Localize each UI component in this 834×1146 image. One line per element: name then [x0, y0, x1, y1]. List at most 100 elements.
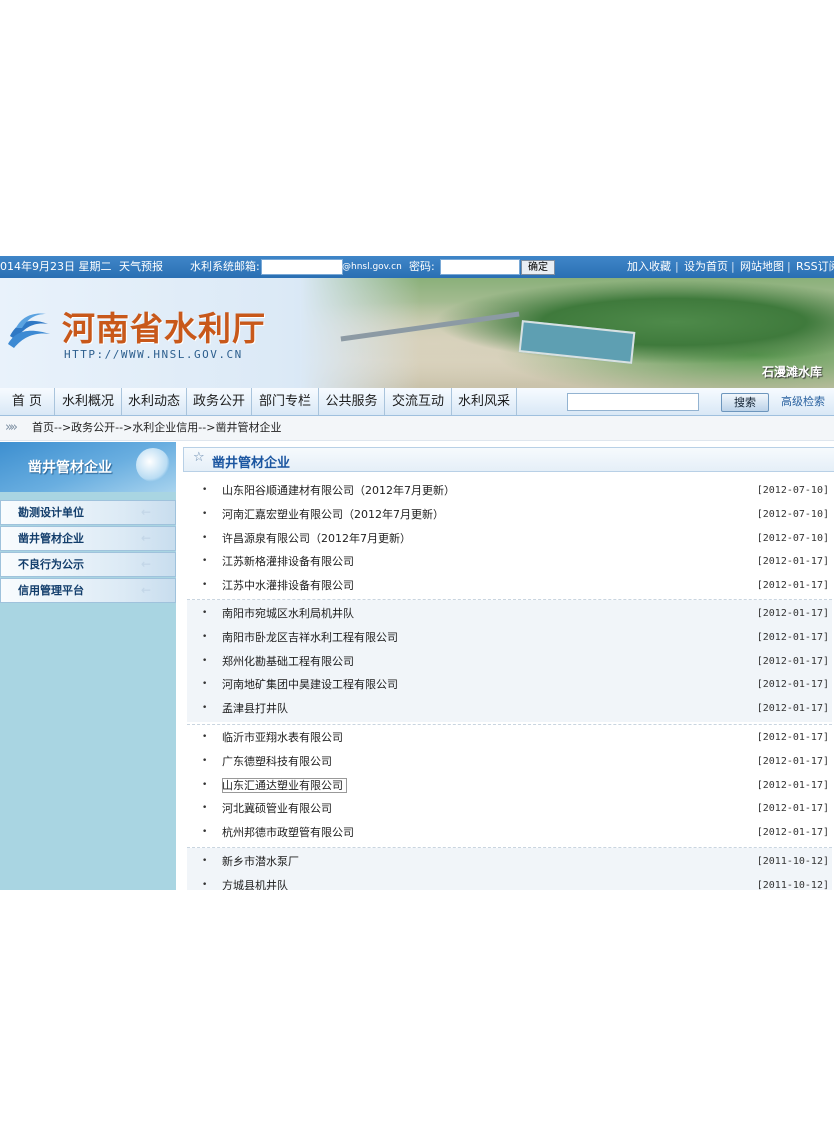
- main-content: ☆ 凿井管材企业 • 山东阳谷顺通建材有限公司（2012年7月更新） [2012-0…: [180, 444, 834, 890]
- list-item: • 南阳市宛城区水利局机井队 [2012-01-17]: [187, 602, 832, 626]
- list-item: • 新乡市潜水泵厂 [2011-10-12]: [187, 850, 832, 874]
- list-item: • 河南地矿集团中昊建设工程有限公司 [2012-01-17]: [187, 673, 832, 697]
- nav-interaction[interactable]: 交流互动: [385, 388, 452, 415]
- sidebar-item-label: 不良行为公示: [18, 558, 84, 571]
- sidebar-item-survey-design[interactable]: 勘测设计单位 ←: [0, 500, 176, 525]
- company-link[interactable]: 河北冀硕管业有限公司: [222, 797, 332, 821]
- update-date: [2011-10-12]: [756, 879, 829, 890]
- section-header: ☆ 凿井管材企业: [183, 447, 834, 472]
- company-link[interactable]: 江苏中水灌排设备有限公司: [222, 574, 354, 598]
- nav-government-affairs[interactable]: 政务公开: [187, 388, 252, 415]
- weather-link[interactable]: 天气预报: [119, 256, 163, 278]
- top-utility-bar: 014年9月23日 星期二 天气预报 水利系统邮箱: @hnsl.gov.cn …: [0, 256, 834, 278]
- separator: |: [787, 260, 791, 273]
- search-input[interactable]: [567, 393, 699, 411]
- password-label: 密码:: [409, 260, 435, 273]
- arrow-left-icon: ←: [140, 505, 151, 519]
- company-link[interactable]: 广东德塑科技有限公司: [222, 750, 332, 774]
- sitemap-link[interactable]: 网站地图: [740, 256, 784, 278]
- company-link[interactable]: 河南地矿集团中昊建设工程有限公司: [222, 673, 398, 697]
- update-date: [2012-01-17]: [756, 703, 829, 715]
- company-link[interactable]: 山东阳谷顺通建材有限公司（2012年7月更新）: [222, 479, 455, 503]
- divider: [187, 724, 832, 725]
- update-date: [2012-07-10]: [756, 532, 829, 544]
- arrow-left-icon: ←: [140, 583, 151, 597]
- update-date: [2012-01-17]: [756, 580, 829, 592]
- update-date: [2012-01-17]: [756, 827, 829, 839]
- list-item: • 山东阳谷顺通建材有限公司（2012年7月更新） [2012-07-10]: [187, 479, 832, 503]
- sidebar-header: 凿井管材企业: [0, 442, 176, 492]
- sidebar: 凿井管材企业 勘测设计单位 ← 凿井管材企业 ← 不良行为公示 ← 信用管理平台…: [0, 442, 176, 890]
- separator: |: [731, 260, 735, 273]
- update-date: [2012-07-10]: [756, 508, 829, 520]
- set-homepage-link[interactable]: 设为首页: [684, 256, 728, 278]
- company-link[interactable]: 方城县机井队: [222, 874, 288, 890]
- company-link-focused[interactable]: 山东汇通达塑业有限公司: [222, 777, 347, 793]
- list-item: • 江苏新格灌排设备有限公司 [2012-01-17]: [187, 550, 832, 574]
- sidebar-title: 凿井管材企业: [28, 460, 112, 476]
- sidebar-item-label: 凿井管材企业: [18, 532, 84, 545]
- nav-public-services[interactable]: 公共服务: [319, 388, 385, 415]
- update-date: [2012-01-17]: [756, 755, 829, 767]
- company-link[interactable]: 南阳市卧龙区吉祥水利工程有限公司: [222, 626, 398, 650]
- company-link[interactable]: 杭州邦德市政塑管有限公司: [222, 821, 354, 845]
- arrow-left-icon: ←: [140, 557, 151, 571]
- section-title: 凿井管材企业: [212, 456, 291, 471]
- update-date: [2012-01-17]: [756, 655, 829, 667]
- nav-news[interactable]: 水利动态: [122, 388, 187, 415]
- update-date: [2012-01-17]: [756, 631, 829, 643]
- company-link[interactable]: 新乡市潜水泵厂: [222, 850, 299, 874]
- main-nav: 首 页 水利概况 水利动态 政务公开 部门专栏 公共服务 交流互动 水利风采 搜…: [0, 388, 834, 416]
- star-icon: ☆: [193, 450, 205, 465]
- list-item: • 方城县机井队 [2011-10-12]: [187, 874, 832, 890]
- password-input[interactable]: [440, 259, 520, 275]
- company-link[interactable]: 河南汇嘉宏塑业有限公司（2012年7月更新）: [222, 503, 444, 527]
- update-date: [2012-01-17]: [756, 732, 829, 743]
- list-group: • 南阳市宛城区水利局机井队 [2012-01-17] • 南阳市卧龙区吉祥水利工程有…: [187, 600, 832, 722]
- update-date: [2012-01-17]: [756, 779, 829, 791]
- sidebar-item-credit-platform[interactable]: 信用管理平台 ←: [0, 578, 176, 603]
- sidebar-item-label: 信用管理平台: [18, 584, 84, 597]
- mail-domain: @hnsl.gov.cn: [342, 262, 402, 272]
- company-link[interactable]: 南阳市宛城区水利局机井队: [222, 602, 354, 626]
- current-date: 014年9月23日 星期二: [0, 260, 112, 273]
- company-link[interactable]: 临沂市亚翔水表有限公司: [222, 726, 343, 750]
- update-date: [2012-07-10]: [756, 485, 829, 496]
- list-item: • 江苏中水灌排设备有限公司 [2012-01-17]: [187, 574, 832, 598]
- nav-gallery[interactable]: 水利风采: [452, 388, 517, 415]
- company-link[interactable]: 孟津县打井队: [222, 697, 288, 721]
- nav-departments[interactable]: 部门专栏: [252, 388, 319, 415]
- arrow-left-icon: ←: [140, 531, 151, 545]
- update-date: [2011-10-12]: [756, 856, 829, 867]
- company-link[interactable]: 郑州化勘基础工程有限公司: [222, 650, 354, 674]
- list-group: • 新乡市潜水泵厂 [2011-10-12] • 方城县机井队 [2011-10-12]: [187, 848, 832, 890]
- list-item: • 河南汇嘉宏塑业有限公司（2012年7月更新） [2012-07-10]: [187, 503, 832, 527]
- separator: |: [675, 260, 679, 273]
- sidebar-header-decoration: [136, 448, 170, 482]
- list-item: • 孟津县打井队 [2012-01-17]: [187, 697, 832, 721]
- nav-overview[interactable]: 水利概况: [55, 388, 122, 415]
- sidebar-item-label: 勘测设计单位: [18, 506, 84, 519]
- double-arrow-icon: »»: [5, 420, 18, 435]
- sidebar-item-well-pipe[interactable]: 凿井管材企业 ←: [0, 526, 176, 551]
- list-item: • 杭州邦德市政塑管有限公司 [2012-01-17]: [187, 821, 832, 845]
- breadcrumb: »» 首页-->政务公开-->水利企业信用-->凿井管材企业: [0, 416, 834, 441]
- mail-username-input[interactable]: [261, 259, 343, 275]
- page: 014年9月23日 星期二 天气预报 水利系统邮箱: @hnsl.gov.cn …: [0, 256, 834, 890]
- company-link[interactable]: 许昌源泉有限公司（2012年7月更新）: [222, 527, 411, 551]
- list-item: • 临沂市亚翔水表有限公司 [2012-01-17]: [187, 726, 832, 750]
- breadcrumb-path[interactable]: 首页-->政务公开-->水利企业信用-->凿井管材企业: [32, 416, 281, 440]
- sidebar-item-bad-behavior[interactable]: 不良行为公示 ←: [0, 552, 176, 577]
- login-ok-button[interactable]: 确定: [521, 260, 555, 275]
- update-date: [2012-01-17]: [756, 556, 829, 568]
- update-date: [2012-01-17]: [756, 679, 829, 691]
- search-button[interactable]: 搜索: [721, 393, 769, 412]
- site-name-logo[interactable]: 河南省水利厅: [62, 302, 266, 350]
- rss-link[interactable]: RSS订阅: [796, 256, 834, 278]
- add-favorite-link[interactable]: 加入收藏: [627, 256, 671, 278]
- photo-caption: 石漫滩水库: [761, 365, 822, 379]
- list-item: • 许昌源泉有限公司（2012年7月更新） [2012-07-10]: [187, 527, 832, 551]
- company-link[interactable]: 江苏新格灌排设备有限公司: [222, 550, 354, 574]
- nav-home[interactable]: 首 页: [0, 388, 55, 415]
- advanced-search-link[interactable]: 高级检索: [781, 388, 825, 415]
